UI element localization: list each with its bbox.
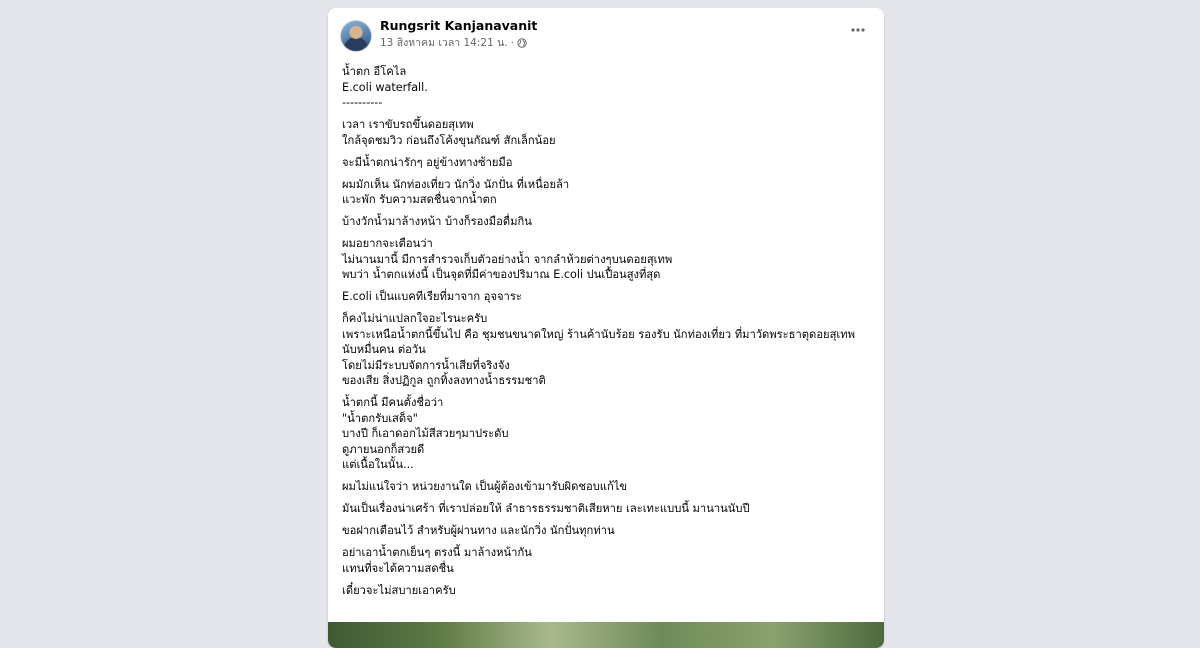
post-paragraph: น้ำตกนี้ มีคนตั้งชื่อว่า "น้ำตกรับเสด็จ" บ… bbox=[342, 395, 870, 473]
post-text-line: E.coli เป็นแบคทีเรียที่มาจาก อุจจาระ bbox=[342, 290, 522, 303]
post-text-line: บ้างวักน้ำมาล้างหน้า บ้างก็รองมือดื่มกิน bbox=[342, 215, 532, 228]
post-paragraph: เวลา เราขับรถขึ้นดอยสุเทพใกล้จุดชมวิว ก่… bbox=[342, 117, 870, 148]
post-paragraph: E.coli เป็นแบคทีเรียที่มาจาก อุจจาระ bbox=[342, 289, 870, 305]
post-text-line: ขอฝากเตือนไว้ สำหรับผู้ผ่านทาง และนักวิ่… bbox=[342, 524, 615, 537]
post-text-line: ไม่นานมานี้ มีการสำรวจเก็บตัวอย่างน้ำ จา… bbox=[342, 252, 673, 266]
post-text-line: จะมีน้ำตกน่ารักๆ อยู่ข้างทางซ้ายมือ bbox=[342, 155, 513, 169]
post-text-line: อย่าเอาน้ำตกเย็นๆ ตรงนี้ มาล้างหน้ากัน bbox=[342, 546, 532, 559]
post-paragraph: น้ำตก อีโคไล E.coli waterfall. ---------- bbox=[342, 64, 870, 111]
globe-icon[interactable] bbox=[517, 38, 527, 48]
post-paragraph: ผมอยากจะเตือนว่าไม่นานมานี้ มีการสำรวจเก… bbox=[342, 236, 870, 283]
post-paragraph: มันเป็นเรื่องน่าเศร้า ที่เราปล่อยให้ ลำธ… bbox=[342, 501, 870, 517]
post-text-line: น้ำตก อีโคไล bbox=[342, 65, 407, 78]
post-text-line: นับหมื่นคน ต่อวัน bbox=[342, 343, 426, 356]
post-text-line: ใกล้จุดชมวิว ก่อนถึงโค้งขุนกัณฑ์ สักเล็ก… bbox=[342, 133, 556, 147]
more-options-button[interactable] bbox=[846, 22, 870, 38]
post-text-line: E.coli waterfall. bbox=[342, 80, 428, 94]
post-text: น้ำตก อีโคไล E.coli waterfall. ---------- เ… bbox=[328, 60, 884, 598]
post-text-line: เดี๋ยวจะไม่สบายเอาครับ bbox=[342, 583, 456, 597]
post-text-line: โดยไม่มีระบบจัดการน้ำเสียที่จริงจัง bbox=[342, 358, 510, 372]
post-text-line: ของเสีย สิ่งปฏิกูล ถูกทิ้งลงทางน้ำธรรมชา… bbox=[342, 374, 546, 387]
post-paragraph: ก็คงไม่น่าแปลกใจอะไรนะครับเพราะเหนือน้ำต… bbox=[342, 311, 870, 389]
post-text-line: แต่เนื้อในนั้น... bbox=[342, 458, 414, 471]
post-card: Rungsrit Kanjanavanit 13 สิงหาคม เวลา 14… bbox=[328, 8, 884, 648]
post-text-line: เพราะเหนือน้ำตกนี้ขึ้นไป คือ ชุมชนขนาดให… bbox=[342, 327, 856, 341]
post-timestamp[interactable]: 13 สิงหาคม เวลา 14:21 น. bbox=[380, 36, 508, 50]
post-text-line: ก็คงไม่น่าแปลกใจอะไรนะครับ bbox=[342, 312, 488, 325]
post-text-line: ---------- bbox=[342, 96, 383, 109]
more-horizontal-icon bbox=[851, 28, 865, 32]
post-paragraph: อย่าเอาน้ำตกเย็นๆ ตรงนี้ มาล้างหน้ากันแท… bbox=[342, 545, 870, 576]
author-avatar[interactable] bbox=[340, 20, 372, 52]
post-paragraph: จะมีน้ำตกน่ารักๆ อยู่ข้างทางซ้ายมือ bbox=[342, 155, 870, 171]
post-text-line: ผมไม่แน่ใจว่า หน่วยงานใด เป็นผู้ต้องเข้า… bbox=[342, 480, 628, 493]
post-text-line: ดูภายนอกก็สวยดี bbox=[342, 442, 425, 456]
post-paragraph: บ้างวักน้ำมาล้างหน้า บ้างก็รองมือดื่มกิน bbox=[342, 214, 870, 230]
post-text-line: พบว่า น้ำตกแห่งนี้ เป็นจุดที่มีค่าของปริ… bbox=[342, 268, 661, 281]
post-text-line: มันเป็นเรื่องน่าเศร้า ที่เราปล่อยให้ ลำธ… bbox=[342, 502, 750, 515]
meta-separator: · bbox=[510, 37, 514, 49]
post-text-line: "น้ำตกรับเสด็จ" bbox=[342, 411, 418, 425]
post-text-line: ผมมักเห็น นักท่องเที่ยว นักวิ่ง นักปั่น … bbox=[342, 177, 570, 191]
post-paragraph: ขอฝากเตือนไว้ สำหรับผู้ผ่านทาง และนักวิ่… bbox=[342, 523, 870, 539]
post-text-line: ผมอยากจะเตือนว่า bbox=[342, 237, 433, 250]
author-name[interactable]: Rungsrit Kanjanavanit bbox=[380, 18, 537, 34]
author-block: Rungsrit Kanjanavanit 13 สิงหาคม เวลา 14… bbox=[380, 18, 537, 50]
post-header: Rungsrit Kanjanavanit 13 สิงหาคม เวลา 14… bbox=[328, 8, 884, 60]
post-text-line: บางปี ก็เอาดอกไม้สีสวยๆมาประดับ bbox=[342, 427, 509, 440]
post-paragraph: ผมมักเห็น นักท่องเที่ยว นักวิ่ง นักปั่น … bbox=[342, 177, 870, 208]
post-text-line: แวะพัก รับความสดชื่นจากน้ำตก bbox=[342, 193, 497, 206]
post-paragraph: เดี๋ยวจะไม่สบายเอาครับ bbox=[342, 583, 870, 599]
post-text-line: แทนที่จะได้ความสดชื่น bbox=[342, 561, 454, 575]
post-paragraph: ผมไม่แน่ใจว่า หน่วยงานใด เป็นผู้ต้องเข้า… bbox=[342, 479, 870, 495]
post-text-line: น้ำตกนี้ มีคนตั้งชื่อว่า bbox=[342, 396, 444, 409]
post-text-line: เวลา เราขับรถขึ้นดอยสุเทพ bbox=[342, 118, 474, 131]
post-meta: 13 สิงหาคม เวลา 14:21 น. · bbox=[380, 36, 537, 50]
